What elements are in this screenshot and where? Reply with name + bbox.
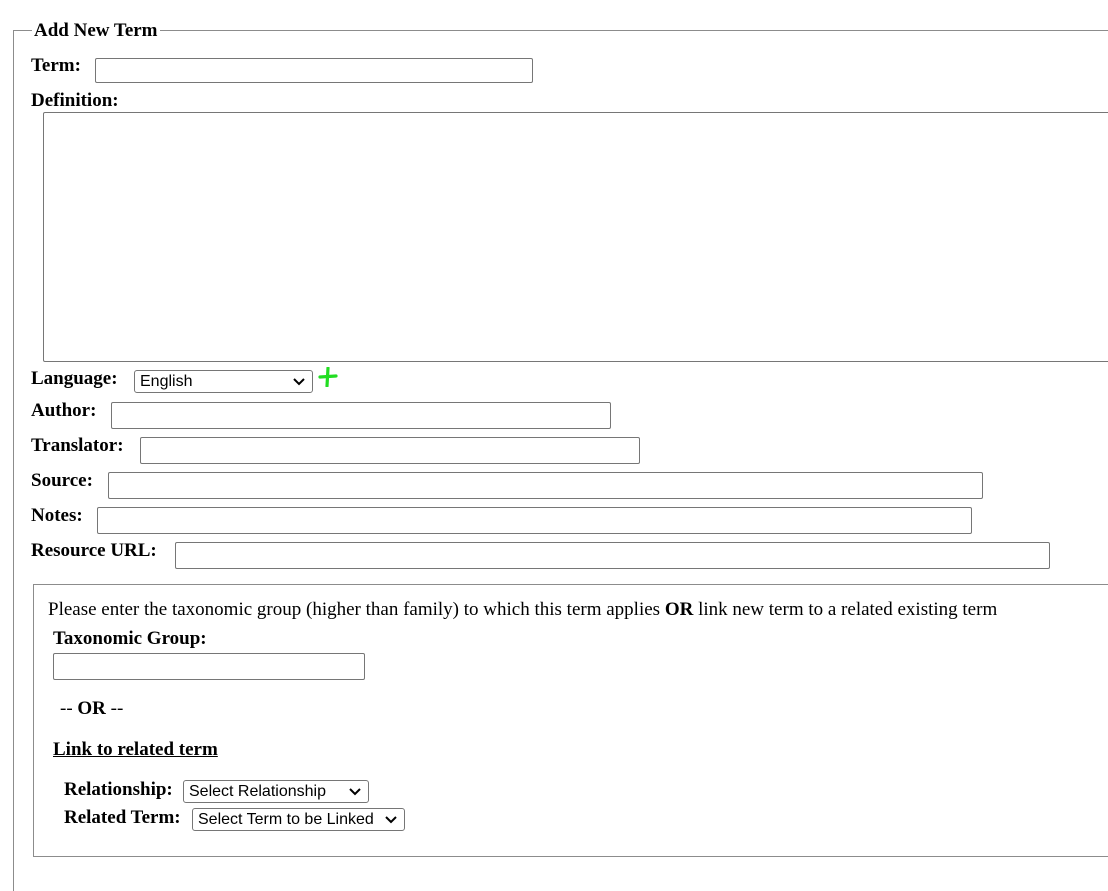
instruction-end: link new term to a related existing term — [693, 599, 998, 620]
chevron-down-icon — [293, 378, 305, 386]
or-suffix: -- — [105, 698, 124, 719]
chevron-down-icon — [349, 788, 361, 796]
or-divider: -- OR -- — [60, 698, 123, 720]
related-term-select[interactable]: Select Term to be Linked — [192, 808, 405, 831]
source-label: Source: — [31, 470, 93, 491]
language-select-value: English — [140, 373, 193, 390]
language-select[interactable]: English — [134, 370, 313, 393]
resource-url-label: Resource URL: — [31, 540, 157, 561]
author-label: Author: — [31, 400, 97, 421]
definition-textarea[interactable] — [43, 112, 1108, 362]
fieldset-legend: Add New Term — [32, 20, 160, 42]
instruction-or: OR — [664, 599, 694, 620]
translator-label: Translator: — [31, 435, 124, 456]
term-label: Term: — [31, 55, 81, 76]
language-label: Language: — [31, 368, 118, 389]
plus-icon[interactable] — [318, 367, 338, 387]
definition-label: Definition: — [31, 90, 119, 111]
term-input[interactable] — [95, 58, 533, 83]
author-input[interactable] — [111, 402, 611, 429]
or-prefix: -- — [60, 698, 78, 719]
relationship-label: Relationship: — [64, 779, 173, 800]
related-term-select-value: Select Term to be Linked — [198, 811, 374, 828]
taxonomic-group-label: Taxonomic Group: — [53, 628, 207, 649]
link-related-term[interactable]: Link to related term — [53, 739, 218, 761]
resource-url-input[interactable] — [175, 542, 1050, 569]
instruction-start: Please enter the taxonomic group (higher… — [48, 599, 665, 620]
notes-label: Notes: — [31, 505, 83, 526]
or-word: OR — [77, 698, 106, 719]
relationship-select[interactable]: Select Relationship — [183, 780, 369, 803]
related-term-label: Related Term: — [64, 807, 181, 828]
chevron-down-icon — [385, 816, 397, 824]
translator-input[interactable] — [140, 437, 640, 464]
taxonomic-group-input[interactable] — [53, 653, 365, 680]
notes-input[interactable] — [97, 507, 972, 534]
source-input[interactable] — [108, 472, 983, 499]
taxonomy-instruction: Please enter the taxonomic group (higher… — [48, 599, 997, 621]
relationship-select-value: Select Relationship — [189, 783, 326, 800]
